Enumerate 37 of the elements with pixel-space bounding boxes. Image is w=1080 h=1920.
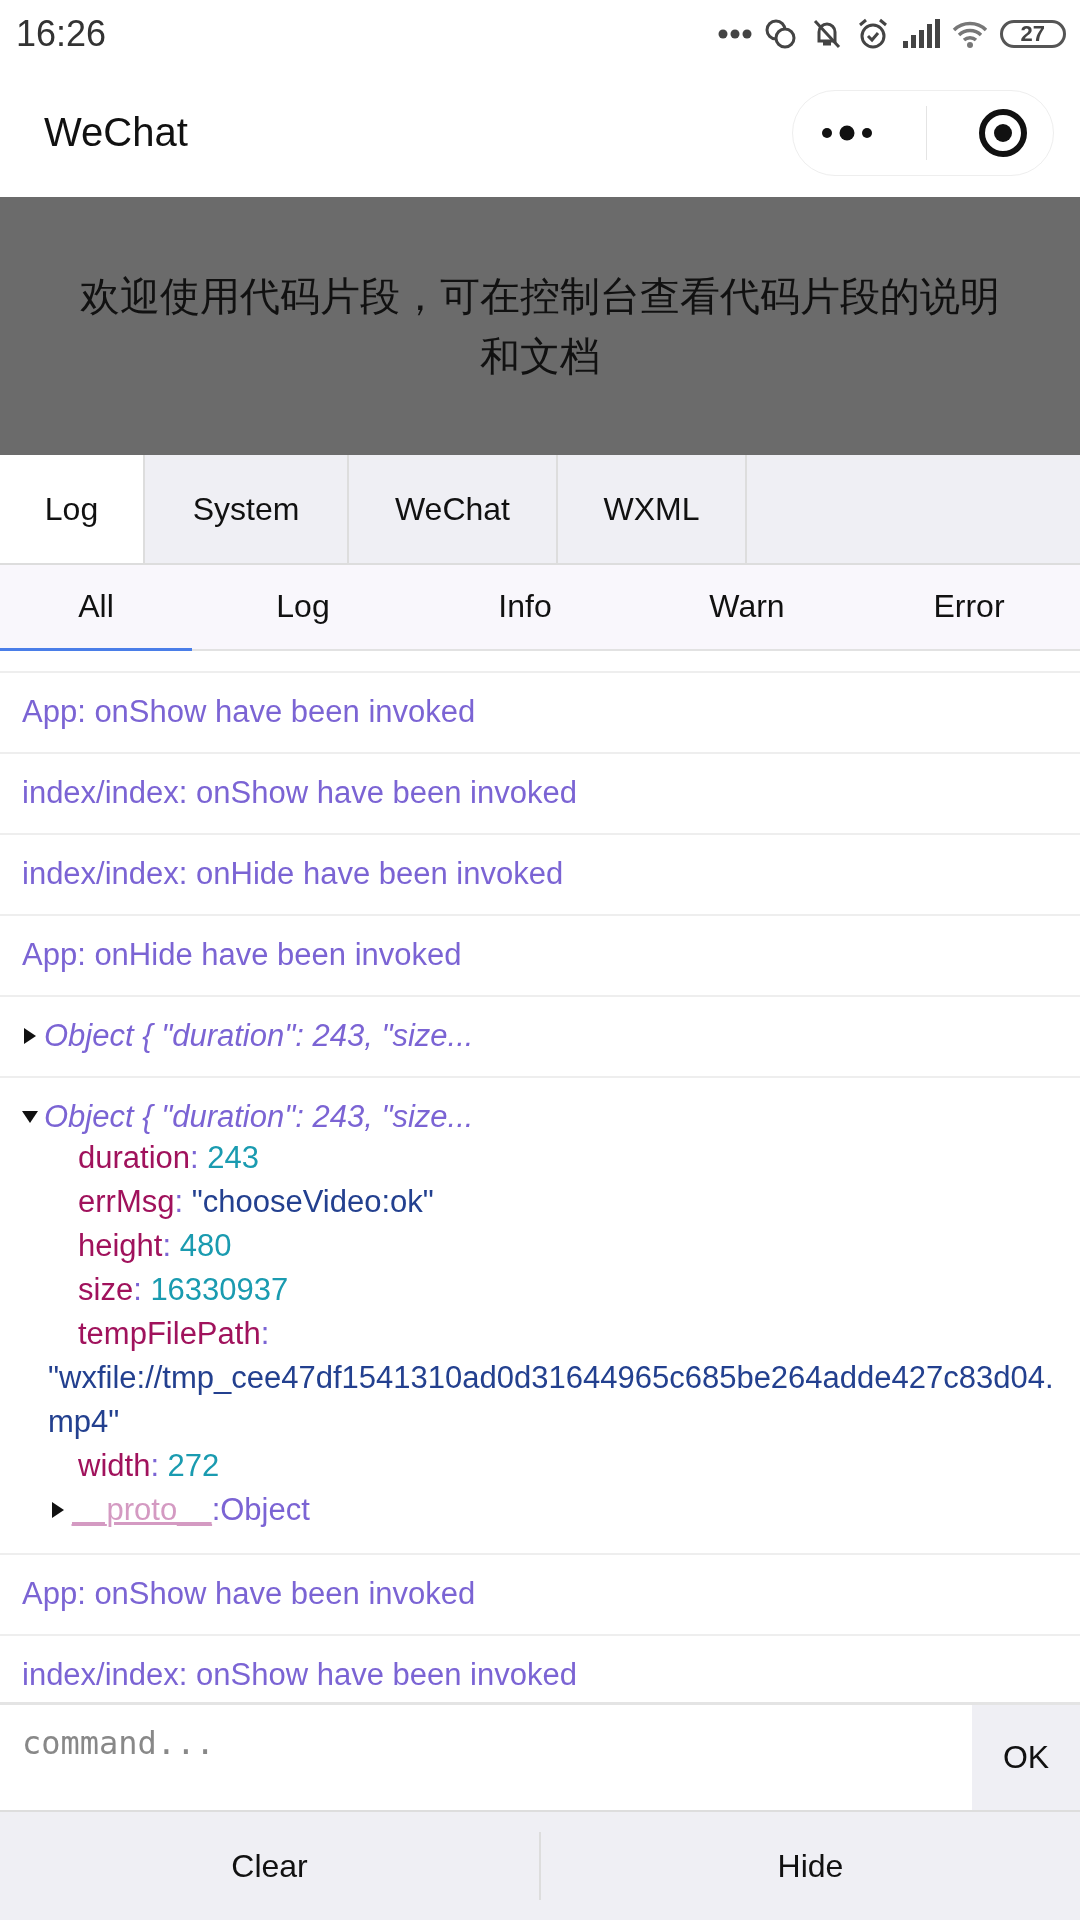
- object-property: errMsg: "chooseVideo:ok": [77, 1183, 435, 1221]
- object-property: __proto__:Object: [72, 1491, 310, 1529]
- filter-tab[interactable]: Error: [858, 565, 1080, 651]
- expanded-caret-icon[interactable]: [21, 1109, 39, 1125]
- wifi-icon: [951, 20, 988, 48]
- close-target-icon[interactable]: [977, 107, 1028, 158]
- log-message: App: onHide have been invoked: [22, 937, 462, 972]
- property-key: tempFilePath:: [22, 1312, 1058, 1356]
- log-message: App: onShow have been invoked: [22, 1576, 476, 1611]
- banner-text: 欢迎使用代码片段，可在控制台查看代码片段的说明和文档: [80, 272, 1000, 381]
- object-summary[interactable]: Object { "duration": 243, "size...: [44, 1098, 474, 1136]
- object-property: duration: 243: [77, 1139, 260, 1177]
- footer-button[interactable]: Hide: [541, 1812, 1080, 1920]
- log-message: index/index: onShow have been invoked: [22, 1657, 577, 1692]
- object-property: size: 16330937: [77, 1271, 290, 1309]
- filter-tab[interactable]: Info: [414, 565, 636, 651]
- app-title: WeChat: [44, 110, 188, 155]
- battery-level: 27: [999, 20, 1066, 48]
- object-property: width: 272: [77, 1447, 221, 1485]
- log-message: App: onShow have been invoked: [22, 694, 476, 729]
- collapsed-caret-icon[interactable]: [50, 1501, 66, 1519]
- console-tab[interactable]: Log: [0, 455, 145, 563]
- filter-tab[interactable]: Log: [192, 565, 414, 651]
- log-message: index/index: onShow have been invoked: [22, 775, 577, 810]
- log-message: index/index: onHide have been invoked: [22, 856, 564, 891]
- property-value: "wxfile://tmp_cee47df1541310ad0d31644965c685be264adde427c83d04.mp4": [47, 1359, 1055, 1441]
- signal-icon: [901, 19, 940, 49]
- filter-tab[interactable]: All: [0, 565, 192, 651]
- footer-button[interactable]: Clear: [0, 1812, 539, 1920]
- rings-icon: [763, 18, 798, 50]
- status-time: 16:26: [16, 13, 107, 55]
- filter-tab[interactable]: Warn: [636, 565, 858, 651]
- collapsed-caret-icon[interactable]: [22, 1027, 38, 1045]
- object-summary[interactable]: Object { "duration": 243, "size...: [44, 1017, 474, 1055]
- more-dots-icon: [717, 29, 752, 39]
- object-property: height: 480: [77, 1227, 233, 1265]
- ok-button[interactable]: OK: [972, 1705, 1080, 1810]
